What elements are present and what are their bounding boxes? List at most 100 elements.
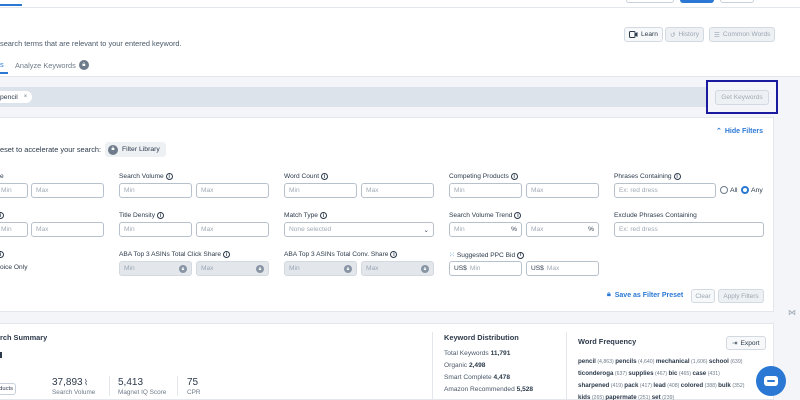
side-panel-icon[interactable]: ⋈ [788, 308, 796, 317]
match-any-radio[interactable]: Any [741, 186, 763, 194]
keyword-search-bar[interactable] [0, 87, 776, 107]
word-frequency-word[interactable]: kids [578, 394, 590, 400]
match-all-radio[interactable]: All [720, 186, 738, 194]
match-type-select[interactable]: None selected ⌄ [284, 222, 434, 237]
keyword-distribution-title: Keyword Distribution [444, 333, 519, 342]
word-frequency-word[interactable]: supplies [628, 370, 653, 377]
word-frequency-word[interactable]: school [709, 358, 729, 365]
title-density-min-input[interactable]: Min [119, 222, 192, 237]
save-preset-label: Save as Filter Preset [614, 291, 684, 299]
tabs-divider [0, 76, 800, 77]
word-frequency-word[interactable]: case [692, 370, 706, 377]
kd-row-amazon-recommended: Amazon Recommended 5,528 [444, 386, 534, 393]
word-count-min-input[interactable]: Min [284, 183, 357, 198]
products-button[interactable]: oducts [0, 383, 16, 395]
aba-click-min-input[interactable]: Min 🔒︎ [119, 261, 192, 276]
info-icon: i [517, 251, 525, 259]
filter-library-button[interactable]: 🔒︎ Filter Library [105, 142, 166, 157]
word-frequency-word[interactable]: pack [624, 382, 638, 389]
chip-close-icon[interactable]: × [24, 94, 28, 100]
ppc-bid-label: ⁙ Suggested PPC Bid i [449, 251, 525, 259]
phrases-containing-label: Phrases Containing i [614, 173, 681, 180]
trend-chart-icon[interactable]: ⌇ [84, 378, 88, 387]
top-nav-button[interactable] [626, 0, 674, 3]
trend-min-input[interactable]: Min% [449, 222, 522, 237]
hide-filters-label: Hide Filters [724, 127, 763, 135]
ppc-min-input[interactable]: US$ Min [449, 261, 522, 276]
preset-prompt: eset to accelerate your search: [0, 145, 102, 154]
info-icon: i [319, 212, 327, 219]
history-label: History [678, 31, 700, 38]
title-density-label: Title Density i [119, 212, 165, 219]
search-volume-label: Search Volume [52, 389, 96, 396]
learn-button[interactable]: Learn [624, 27, 663, 42]
phrases-containing-input[interactable]: Ex: red dress [614, 183, 716, 198]
min-input[interactable]: Min [0, 222, 28, 237]
max-input[interactable]: Max [31, 222, 104, 237]
word-frequency-word[interactable]: pencil [578, 358, 596, 365]
word-frequency-count: (417) [638, 383, 654, 389]
info-icon: i [673, 173, 681, 180]
get-keywords-button[interactable]: Get Keywords [715, 89, 769, 105]
chat-button[interactable] [756, 366, 786, 396]
competing-products-min-input[interactable]: Min [449, 183, 522, 198]
apply-filters-button[interactable]: Apply Filters [718, 289, 764, 303]
exclude-phrases-input[interactable]: Ex: red dress [614, 222, 764, 237]
word-frequency-word[interactable]: lead [653, 382, 665, 389]
search-volume-label: Search Volume i [119, 173, 173, 180]
aba-conv-max-input[interactable]: Max 🔒︎ [361, 261, 434, 276]
top-nav-primary-button[interactable] [680, 0, 714, 3]
word-frequency-word[interactable]: set [652, 394, 661, 400]
word-frequency-count: (251) [636, 395, 652, 400]
word-frequency-count: (4,640) [636, 359, 656, 365]
history-button[interactable]: ↺ History [665, 27, 705, 42]
title-density-max-input[interactable]: Max [196, 222, 269, 237]
kd-row-smart-complete: Smart Complete 4,478 [444, 374, 510, 381]
word-count-max-input[interactable]: Max [361, 183, 434, 198]
word-frequency-word[interactable]: colored [681, 382, 703, 389]
top-nav-button[interactable] [720, 0, 754, 3]
search-volume-trend-label: Search Volume Trend i [449, 212, 522, 219]
aba-conv-min-input[interactable]: Min 🔒︎ [284, 261, 357, 276]
tab-active-fragment[interactable]: s [0, 60, 4, 69]
export-button[interactable]: ⇥ Export [726, 336, 766, 350]
word-frequency-word[interactable]: mechanical [656, 358, 690, 365]
search-volume-min-input[interactable]: Min [119, 183, 192, 198]
radio-icon [720, 186, 728, 194]
save-filter-preset-button[interactable]: 🔒︎ Save as Filter Preset [607, 291, 683, 299]
trend-max-input[interactable]: Max% [526, 222, 599, 237]
kd-row-organic: Organic 2,498 [444, 362, 486, 369]
chevron-up-icon: ⌃ [716, 128, 722, 135]
word-frequency-count: (4,863) [595, 359, 616, 365]
info-icon: i [0, 251, 4, 258]
search-volume-max-input[interactable]: Max [196, 183, 269, 198]
word-frequency-count: (419) [609, 383, 625, 389]
lock-icon: 🔒︎ [344, 264, 352, 273]
info-icon: i [0, 212, 4, 219]
info-icon-partial: i [0, 212, 4, 219]
max-input[interactable]: Max [31, 183, 104, 198]
radio-selected-icon [741, 186, 749, 194]
word-frequency-word[interactable]: sharpened [578, 382, 609, 389]
word-frequency-word[interactable]: ticonderoga [578, 370, 613, 377]
word-frequency-word[interactable]: papermate [605, 394, 636, 400]
word-frequency-word[interactable]: bulk [718, 382, 731, 389]
tab-analyze-label: Analyze Keywords [15, 60, 76, 70]
lock-icon: 🔒︎ [256, 264, 264, 273]
summary-icon-fragment [0, 352, 2, 358]
hide-filters-toggle[interactable]: ⌃ Hide Filters [716, 127, 763, 136]
word-frequency-word[interactable]: pencils [615, 358, 636, 365]
competing-products-max-input[interactable]: Max [526, 183, 599, 198]
ppc-max-input[interactable]: US$ Max [526, 261, 599, 276]
aba-conv-share-label: ABA Top 3 ASINs Total Conv. Share i [284, 251, 398, 258]
metric-divider [109, 376, 110, 396]
clear-button[interactable]: Clear [691, 289, 715, 303]
min-input[interactable]: Min [0, 183, 28, 198]
aba-click-share-label: ABA Top 3 ASINs Total Click Share i [119, 251, 231, 258]
word-frequency-count: (1,606) [689, 359, 709, 365]
tab-analyze-keywords[interactable]: Analyze Keywords 🔒︎ [15, 60, 89, 70]
common-words-button[interactable]: ☰ Common Words [709, 27, 776, 42]
match-type-label: Match Type i [284, 212, 327, 219]
word-frequency-count: (637) [613, 371, 629, 377]
aba-click-max-input[interactable]: Max 🔒︎ [196, 261, 269, 276]
